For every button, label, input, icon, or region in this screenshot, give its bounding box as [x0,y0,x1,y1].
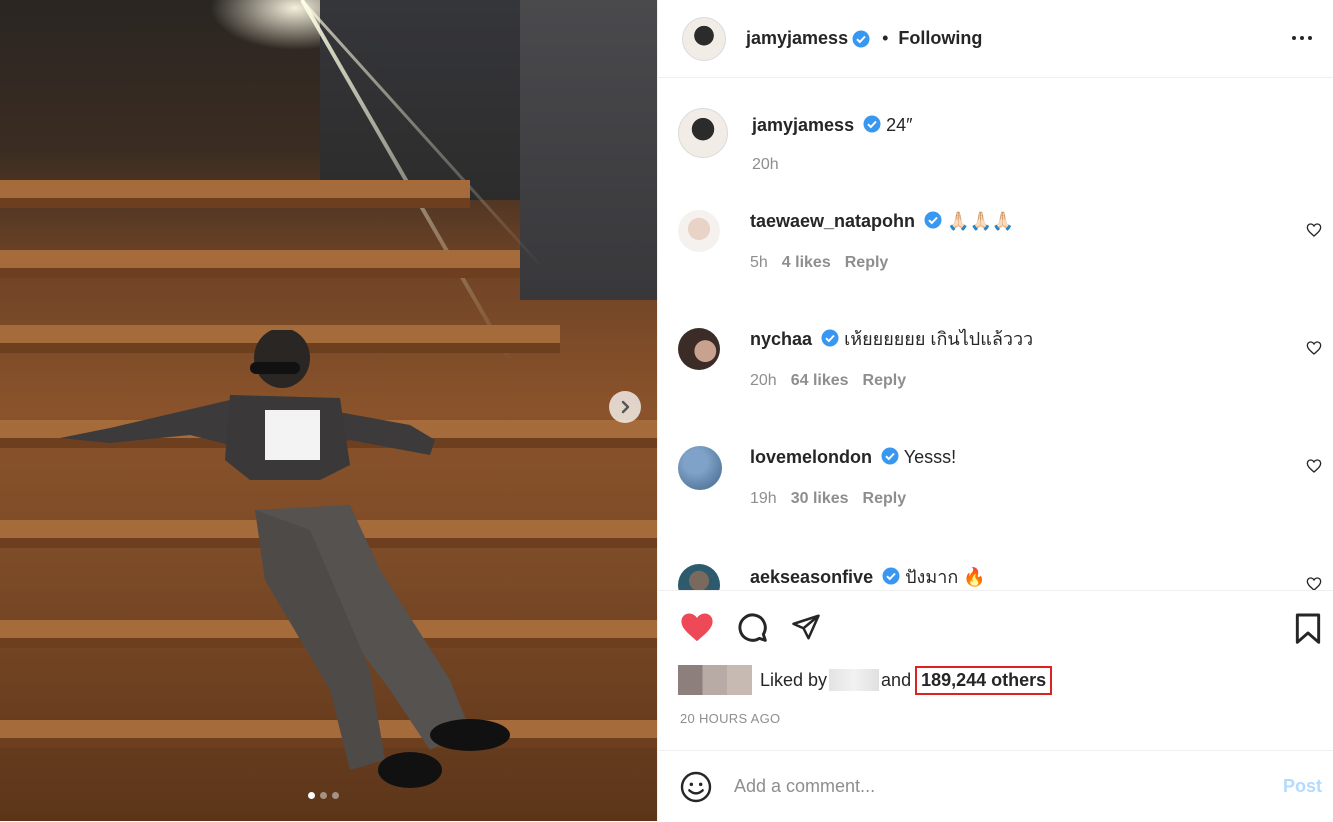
comments-list[interactable]: jamyjamess 24″ 20h taewaew_natapohn 🙏🏻🙏🏻… [658,78,1333,590]
comment-item: aekseasonfive ปังมาก 🔥 [678,564,1333,590]
commenter-avatar[interactable] [678,564,720,590]
comment-likes[interactable]: 30 likes [791,490,849,507]
post-comment-button[interactable]: Post [1283,776,1322,797]
comment-text: 🙏🏻🙏🏻🙏🏻 [947,211,1015,231]
comment-text: ปังมาก 🔥 [905,567,986,587]
author-avatar[interactable] [678,108,728,158]
heart-icon[interactable] [1306,222,1322,238]
person-figure [60,330,510,788]
caption-username[interactable]: jamyjamess [752,115,854,135]
post-timestamp: 20 HOURS AGO [680,711,781,726]
caption: jamyjamess 24″ 20h [678,108,1333,174]
likes-summary: Liked by and 189,244 others [678,665,1053,695]
author-username[interactable]: jamyjamess [746,28,848,49]
comment-username[interactable]: lovemelondon [750,447,872,467]
heart-icon[interactable] [1306,458,1322,474]
comment-item: nychaa เห้ยยยยยย เกินไปแล้ววว 20h 64 like… [678,328,1333,390]
liker-avatars[interactable] [678,665,752,695]
verified-icon [881,447,899,465]
post-actions: Liked by and 189,244 others 20 HOURS AGO [658,590,1333,751]
likes-and: and [881,669,912,690]
following-button[interactable]: Following [898,28,982,49]
comment-username[interactable]: aekseasonfive [750,567,873,587]
carousel-dot [332,792,339,799]
chevron-right-icon [621,400,630,414]
comment-time: 19h [750,490,777,507]
reply-button[interactable]: Reply [845,254,889,271]
heart-icon[interactable] [1306,340,1322,356]
reply-button[interactable]: Reply [863,372,907,389]
carousel-indicator [308,792,339,799]
bookmark-icon[interactable] [1294,613,1322,645]
header-separator: • [882,28,889,48]
comment-item: lovemelondon Yesss! 19h 30 likes Reply [678,446,1333,508]
carousel-dot [320,792,327,799]
verified-icon [863,115,881,133]
comment-text: Yesss! [903,447,957,467]
commenter-avatar[interactable] [678,446,722,490]
post-photo [0,0,657,821]
comment-item: taewaew_natapohn 🙏🏻🙏🏻🙏🏻 5h 4 likes Reply [678,210,1333,272]
likes-count-link[interactable]: 189,244 others [915,665,1053,695]
more-icon[interactable] [1290,26,1314,50]
photo-wall [320,0,520,200]
post-panel: jamyjamess • Following jamyjamess 24″ 20… [657,0,1333,821]
author-avatar[interactable] [682,16,726,61]
carousel-dot [308,792,315,799]
comment-likes[interactable]: 4 likes [782,254,831,271]
add-comment-bar: Post [658,750,1333,822]
stair-step [0,180,470,198]
commenter-avatar[interactable] [678,210,720,252]
comment-username[interactable]: nychaa [750,329,812,349]
caption-text: 24″ [886,115,913,135]
share-icon[interactable] [790,612,822,642]
comment-likes[interactable]: 64 likes [791,372,849,389]
verified-icon [821,329,839,347]
caption-time: 20h [752,156,779,173]
heart-icon[interactable] [680,611,714,643]
reply-button[interactable]: Reply [863,490,907,507]
commenter-avatar[interactable] [678,328,720,370]
photo-wall-right [520,0,657,300]
comment-input[interactable] [732,775,1236,798]
post-header: jamyjamess • Following [658,0,1333,78]
liker-name[interactable] [829,669,880,691]
comment-time: 5h [750,254,768,271]
likes-prefix: Liked by [760,669,828,690]
heart-icon[interactable] [1306,576,1322,590]
emoji-icon[interactable] [680,771,712,803]
next-photo-button[interactable] [609,391,641,423]
comment-time: 20h [750,372,777,389]
stair-step [0,250,520,268]
comment-icon[interactable] [736,611,768,643]
verified-icon [852,30,870,47]
comment-text: เห้ยยยยยย เกินไปแล้ววว [844,329,1034,349]
comment-username[interactable]: taewaew_natapohn [750,211,915,231]
verified-icon [882,567,900,585]
verified-icon [924,211,942,229]
